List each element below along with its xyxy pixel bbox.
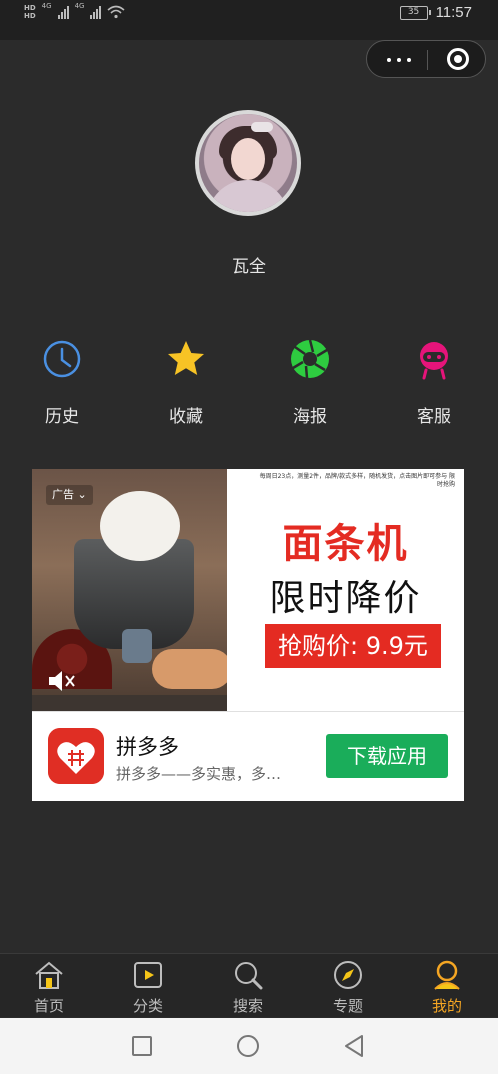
capsule-divider bbox=[427, 50, 428, 70]
target-close-icon[interactable] bbox=[447, 48, 469, 70]
hd-indicator: HD HD bbox=[24, 4, 36, 20]
miniprogram-capsule bbox=[366, 40, 486, 78]
tab-label: 搜索 bbox=[232, 997, 263, 1015]
shortcut-label: 收藏 bbox=[169, 407, 203, 427]
clock-icon bbox=[43, 340, 81, 378]
pinduoduo-logo-icon bbox=[48, 728, 104, 784]
username: 瓦全 bbox=[232, 257, 266, 277]
battery-icon: 35 bbox=[399, 5, 431, 20]
shortcut-poster[interactable]: 海报 bbox=[270, 338, 350, 427]
mute-icon[interactable] bbox=[46, 667, 78, 695]
clock-time: 11:57 bbox=[435, 4, 472, 21]
status-right: 35 11:57 bbox=[399, 4, 472, 21]
ad-app-desc: 拼多多——多实惠，多… bbox=[116, 765, 282, 783]
ad-subheadline: 限时降价 bbox=[269, 578, 422, 619]
user-icon bbox=[434, 960, 460, 990]
ad-text-panel: 每周日23点，测量2件，品牌/款式多样，随机发货，点击图片即可参与 限时抢购 面… bbox=[227, 469, 464, 711]
shortcut-label: 海报 bbox=[293, 407, 327, 427]
compass-icon bbox=[334, 961, 362, 989]
more-dots-icon[interactable] bbox=[387, 58, 411, 62]
back-button[interactable] bbox=[343, 1034, 365, 1058]
shortcut-label: 客服 bbox=[417, 407, 451, 427]
shortcut-label: 历史 bbox=[45, 407, 79, 427]
ad-image[interactable]: 广告 ⌄ bbox=[32, 469, 227, 711]
tab-topics[interactable]: 专题 bbox=[308, 959, 388, 1016]
ad-fine-print: 每周日23点，测量2件，品牌/款式多样，随机发货，点击图片即可参与 限时抢购 bbox=[259, 473, 455, 488]
service-face-icon bbox=[420, 342, 448, 380]
ad-app-name: 拼多多 bbox=[116, 735, 179, 759]
search-icon bbox=[235, 962, 263, 990]
tab-label: 我的 bbox=[431, 997, 462, 1015]
tab-category[interactable]: 分类 bbox=[108, 959, 188, 1016]
signal-icon-2 bbox=[90, 5, 102, 19]
home-button[interactable] bbox=[237, 1035, 259, 1057]
star-icon bbox=[168, 341, 204, 375]
network-label-2: 4G bbox=[74, 2, 85, 10]
shortcut-grid: 历史 收藏 海报 客服 bbox=[0, 338, 498, 438]
aperture-icon bbox=[291, 339, 329, 379]
tab-label: 专题 bbox=[332, 997, 363, 1015]
tab-home[interactable]: 首页 bbox=[9, 959, 89, 1016]
ad-divider bbox=[32, 711, 464, 712]
network-label-1: 4G bbox=[41, 2, 52, 10]
signal-icon bbox=[57, 5, 69, 19]
tab-search[interactable]: 搜索 bbox=[208, 959, 288, 1016]
wifi-icon bbox=[107, 5, 125, 19]
ad-tag[interactable]: 广告 ⌄ bbox=[46, 485, 93, 505]
category-play-icon bbox=[134, 962, 162, 988]
bottom-tabbar: 首页 分类 搜索 专题 我的 bbox=[0, 953, 498, 1017]
shortcut-history[interactable]: 历史 bbox=[22, 338, 102, 427]
tab-label: 首页 bbox=[33, 997, 64, 1015]
system-nav-bar bbox=[0, 1018, 498, 1074]
avatar[interactable] bbox=[195, 110, 301, 216]
status-left: HD HD 4G 4G bbox=[24, 2, 125, 20]
ad-price: 抢购价: 9.9元 bbox=[265, 624, 441, 668]
tab-label: 分类 bbox=[132, 997, 163, 1015]
ad-banner[interactable]: 广告 ⌄ 每周日23点，测量2件，品牌/款式多样，随机发货，点击图片即可参与 限… bbox=[32, 469, 464, 801]
download-app-button[interactable]: 下载应用 bbox=[326, 734, 448, 778]
recent-apps-button[interactable] bbox=[132, 1036, 152, 1056]
ad-headline: 面条机 bbox=[282, 521, 409, 567]
shortcut-service[interactable]: 客服 bbox=[394, 338, 474, 427]
tab-mine[interactable]: 我的 bbox=[407, 959, 487, 1016]
home-icon bbox=[35, 961, 63, 989]
shortcut-favorites[interactable]: 收藏 bbox=[146, 338, 226, 427]
status-bar: HD HD 4G 4G 35 11:57 bbox=[0, 0, 498, 40]
